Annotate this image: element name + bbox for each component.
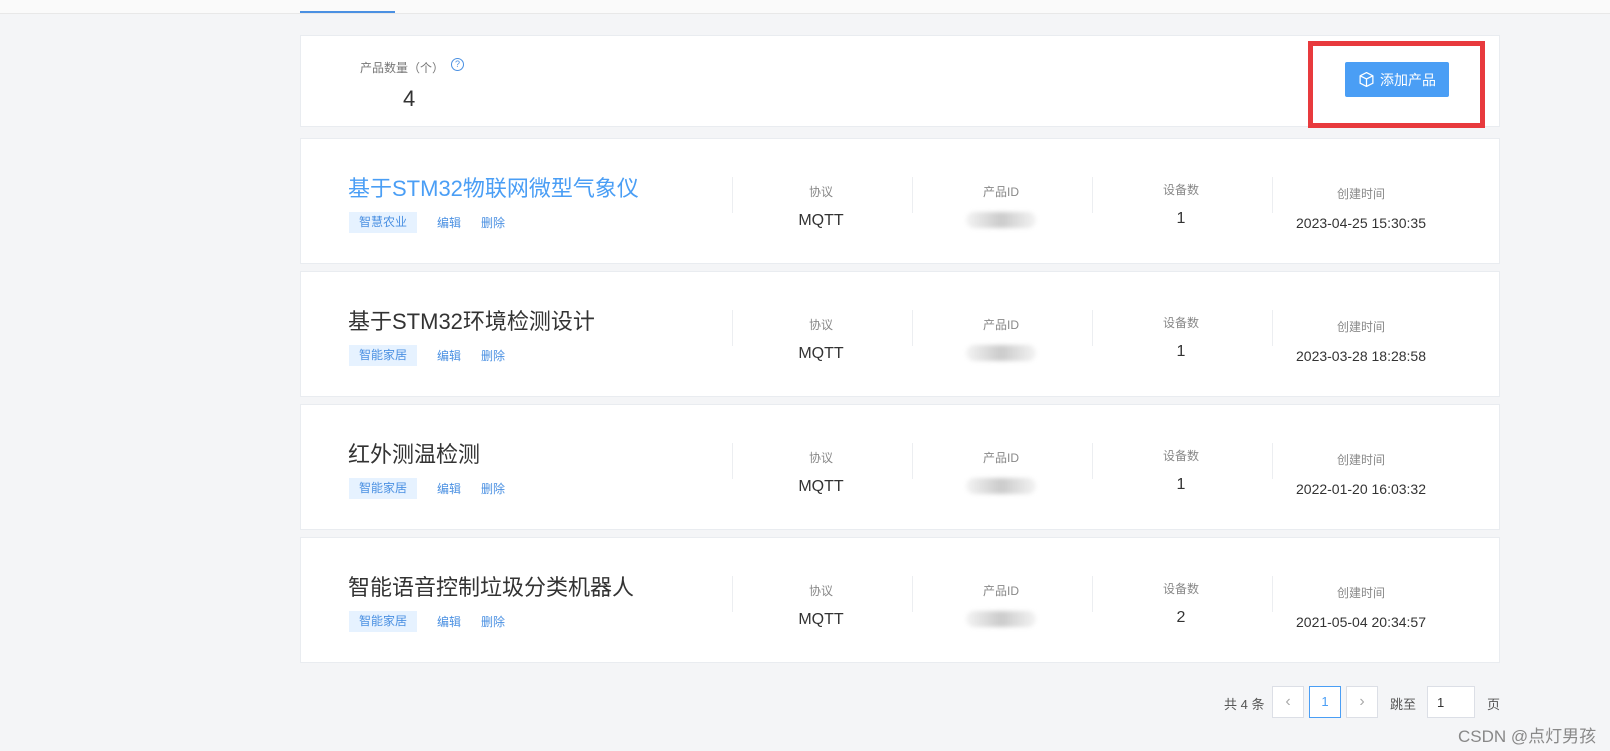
edit-link[interactable]: 编辑 xyxy=(437,214,461,231)
created-label: 创建时间 xyxy=(1336,586,1385,600)
created-column: 创建时间 2022-01-20 16:03:32 xyxy=(1271,451,1451,497)
annotation-highlight-box xyxy=(1308,41,1485,128)
category-tag: 智慧农业 xyxy=(349,212,417,233)
created-label: 创建时间 xyxy=(1336,453,1385,467)
protocol-column: 协议 MQTT xyxy=(731,449,911,496)
devices-column: 设备数 1 xyxy=(1091,181,1271,228)
product-count-value: 4 xyxy=(403,86,416,111)
help-icon[interactable]: ? xyxy=(451,58,464,71)
protocol-value: MQTT xyxy=(798,212,844,229)
protocol-label: 协议 xyxy=(808,318,833,332)
delete-link[interactable]: 删除 xyxy=(481,480,505,497)
product-id-label: 产品ID xyxy=(982,451,1019,465)
product-card: 基于STM32物联网微型气象仪 智慧农业 编辑 删除 协议 MQTT 产品ID … xyxy=(300,138,1500,264)
devices-label: 设备数 xyxy=(1162,316,1199,330)
created-value: 2023-04-25 15:30:35 xyxy=(1296,215,1426,231)
created-column: 创建时间 2023-04-25 15:30:35 xyxy=(1271,185,1451,231)
delete-link[interactable]: 删除 xyxy=(481,347,505,364)
jump-page-input[interactable] xyxy=(1427,686,1475,718)
created-column: 创建时间 2023-03-28 18:28:58 xyxy=(1271,318,1451,364)
protocol-value: MQTT xyxy=(798,611,844,628)
next-page-button[interactable]: › xyxy=(1346,686,1378,718)
protocol-label: 协议 xyxy=(808,185,833,199)
product-id-redacted xyxy=(966,478,1036,494)
active-tab-indicator xyxy=(300,11,395,13)
product-id-column: 产品ID xyxy=(911,582,1091,632)
product-id-label: 产品ID xyxy=(982,584,1019,598)
edit-link[interactable]: 编辑 xyxy=(437,480,461,497)
product-count-label: 产品数量（个） xyxy=(360,61,445,75)
protocol-column: 协议 MQTT xyxy=(731,316,911,363)
product-id-label: 产品ID xyxy=(982,318,1019,332)
created-value: 2022-01-20 16:03:32 xyxy=(1296,481,1426,497)
devices-value: 1 xyxy=(1176,476,1186,493)
product-id-redacted xyxy=(966,212,1036,228)
devices-value: 2 xyxy=(1176,609,1186,626)
product-id-column: 产品ID xyxy=(911,183,1091,233)
product-name[interactable]: 红外测温检测 xyxy=(348,437,480,469)
created-label: 创建时间 xyxy=(1336,320,1385,334)
product-name[interactable]: 智能语音控制垃圾分类机器人 xyxy=(348,570,634,602)
protocol-label: 协议 xyxy=(808,584,833,598)
delete-link[interactable]: 删除 xyxy=(481,214,505,231)
created-column: 创建时间 2021-05-04 20:34:57 xyxy=(1271,584,1451,630)
devices-column: 设备数 1 xyxy=(1091,314,1271,361)
devices-label: 设备数 xyxy=(1162,449,1199,463)
product-id-column: 产品ID xyxy=(911,316,1091,366)
pagination: 共 4 条 ‹ 1 › 跳至 页 xyxy=(0,686,1610,718)
devices-value: 1 xyxy=(1176,343,1186,360)
top-tab-bar xyxy=(0,0,1610,14)
category-tag: 智能家居 xyxy=(349,345,417,366)
product-card: 智能语音控制垃圾分类机器人 智能家居 编辑 删除 协议 MQTT 产品ID 设备… xyxy=(300,537,1500,663)
product-id-redacted xyxy=(966,345,1036,361)
created-label: 创建时间 xyxy=(1336,187,1385,201)
devices-label: 设备数 xyxy=(1162,183,1199,197)
category-tag: 智能家居 xyxy=(349,611,417,632)
total-count: 共 4 条 xyxy=(1224,697,1265,712)
edit-link[interactable]: 编辑 xyxy=(437,347,461,364)
product-card: 基于STM32环境检测设计 智能家居 编辑 删除 协议 MQTT 产品ID 设备… xyxy=(300,271,1500,397)
devices-column: 设备数 2 xyxy=(1091,580,1271,627)
delete-link[interactable]: 删除 xyxy=(481,613,505,630)
jump-to-label: 跳至 xyxy=(1390,697,1417,712)
watermark: CSDN @点灯男孩 xyxy=(1458,727,1597,746)
page-unit-label: 页 xyxy=(1487,697,1501,712)
product-card: 红外测温检测 智能家居 编辑 删除 协议 MQTT 产品ID 设备数 1 创建时… xyxy=(300,404,1500,530)
created-value: 2021-05-04 20:34:57 xyxy=(1296,614,1426,630)
product-id-redacted xyxy=(966,611,1036,627)
devices-column: 设备数 1 xyxy=(1091,447,1271,494)
protocol-value: MQTT xyxy=(798,478,844,495)
devices-label: 设备数 xyxy=(1162,582,1199,596)
devices-value: 1 xyxy=(1176,210,1186,227)
protocol-value: MQTT xyxy=(798,345,844,362)
created-value: 2023-03-28 18:28:58 xyxy=(1296,348,1426,364)
page-1-button[interactable]: 1 xyxy=(1309,686,1341,718)
prev-page-button[interactable]: ‹ xyxy=(1272,686,1304,718)
product-id-label: 产品ID xyxy=(982,185,1019,199)
product-name[interactable]: 基于STM32环境检测设计 xyxy=(348,304,595,336)
category-tag: 智能家居 xyxy=(349,478,417,499)
protocol-column: 协议 MQTT xyxy=(731,183,911,230)
edit-link[interactable]: 编辑 xyxy=(437,613,461,630)
product-name[interactable]: 基于STM32物联网微型气象仪 xyxy=(348,171,639,203)
product-id-column: 产品ID xyxy=(911,449,1091,499)
protocol-label: 协议 xyxy=(808,451,833,465)
protocol-column: 协议 MQTT xyxy=(731,582,911,629)
